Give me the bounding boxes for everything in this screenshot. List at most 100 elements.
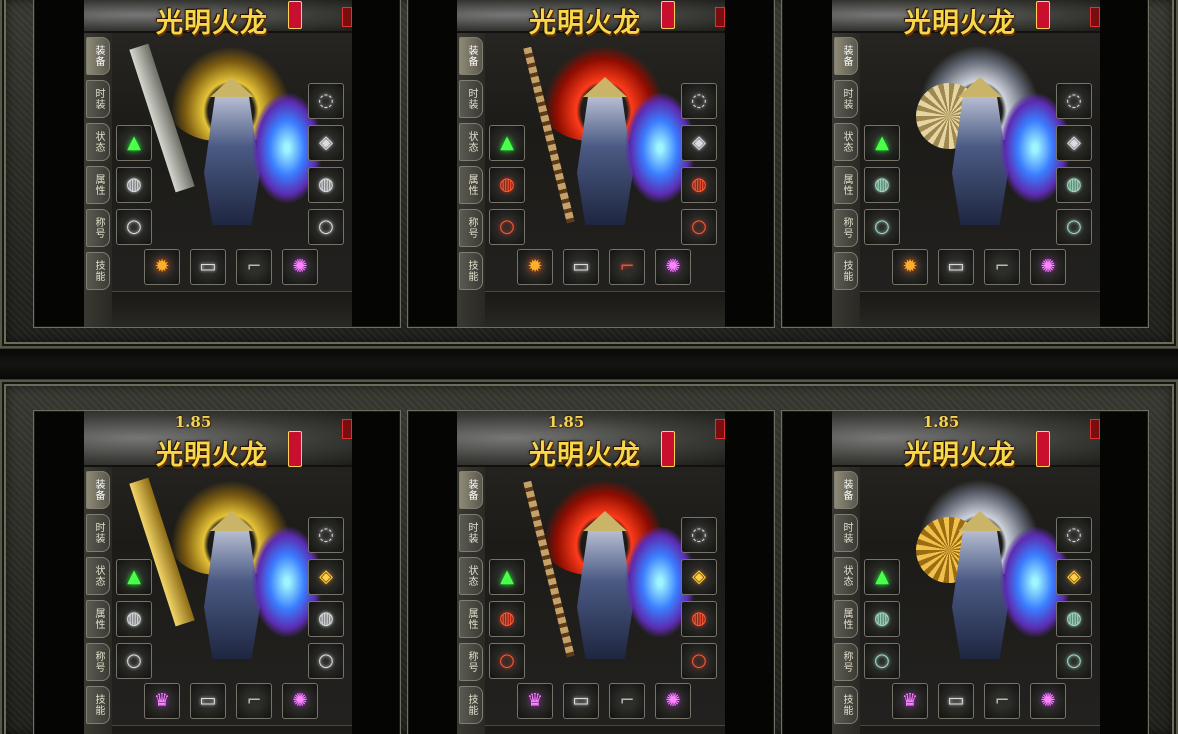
tab-status[interactable]: 状态 — [459, 123, 483, 161]
tab-status[interactable]: 状态 — [834, 557, 858, 595]
tab-attributes[interactable]: 属性 — [459, 600, 483, 638]
tab-equipment[interactable]: 装备 — [459, 37, 483, 75]
tab-fashion[interactable]: 时装 — [86, 514, 110, 552]
close-tab[interactable] — [715, 419, 725, 439]
tab-fashion[interactable]: 时装 — [86, 80, 110, 118]
tab-status[interactable]: 状态 — [459, 557, 483, 595]
orb-slot[interactable]: ✺ — [1030, 249, 1066, 285]
close-tab[interactable] — [1090, 7, 1100, 27]
belt-slot[interactable]: ▭ — [190, 249, 226, 285]
tab-equipment[interactable]: 装备 — [86, 471, 110, 509]
tab-skills[interactable]: 技能 — [86, 686, 110, 724]
tab-skills[interactable]: 技能 — [834, 686, 858, 724]
tab-equipment[interactable]: 装备 — [834, 471, 858, 509]
bracelet-left-slot[interactable]: ◍ — [864, 167, 900, 203]
medal-slot[interactable]: ◈ — [681, 559, 717, 595]
tab-status[interactable]: 状态 — [86, 123, 110, 161]
boots-slot[interactable]: ⌐ — [609, 249, 645, 285]
ornament-slot[interactable]: ▲ — [116, 559, 152, 595]
tab-skills[interactable]: 技能 — [834, 252, 858, 290]
belt-slot[interactable]: ▭ — [190, 683, 226, 719]
tab-status[interactable]: 状态 — [834, 123, 858, 161]
boots-slot[interactable]: ⌐ — [609, 683, 645, 719]
close-tab[interactable] — [715, 7, 725, 27]
bracelet-right-slot[interactable]: ◍ — [308, 167, 344, 203]
boots-slot[interactable]: ⌐ — [236, 683, 272, 719]
ring-right-slot[interactable]: ○ — [681, 643, 717, 679]
medal-slot[interactable]: ◈ — [681, 125, 717, 161]
ring-right-slot[interactable]: ○ — [1056, 643, 1092, 679]
ornament-slot[interactable]: ▲ — [864, 559, 900, 595]
ring-left-slot[interactable]: ○ — [864, 209, 900, 245]
belt-slot[interactable]: ▭ — [563, 683, 599, 719]
necklace-slot[interactable]: ◌ — [1056, 517, 1092, 553]
charm-slot[interactable]: ✹ — [144, 249, 180, 285]
boots-slot[interactable]: ⌐ — [984, 683, 1020, 719]
ring-right-slot[interactable]: ○ — [308, 643, 344, 679]
tab-equipment[interactable]: 装备 — [86, 37, 110, 75]
belt-slot[interactable]: ▭ — [563, 249, 599, 285]
bracelet-left-slot[interactable]: ◍ — [116, 601, 152, 637]
bracelet-right-slot[interactable]: ◍ — [681, 601, 717, 637]
orb-slot[interactable]: ✺ — [1030, 683, 1066, 719]
bracelet-left-slot[interactable]: ◍ — [864, 601, 900, 637]
medal-slot[interactable]: ◈ — [1056, 559, 1092, 595]
ornament-slot[interactable]: ▲ — [864, 125, 900, 161]
tab-title[interactable]: 称号 — [459, 643, 483, 681]
tab-attributes[interactable]: 属性 — [86, 166, 110, 204]
bracelet-left-slot[interactable]: ◍ — [116, 167, 152, 203]
close-tab[interactable] — [1090, 419, 1100, 439]
charm-slot[interactable]: ✹ — [892, 249, 928, 285]
ring-left-slot[interactable]: ○ — [489, 209, 525, 245]
ring-left-slot[interactable]: ○ — [116, 209, 152, 245]
ornament-slot[interactable]: ▲ — [116, 125, 152, 161]
tab-fashion[interactable]: 时装 — [834, 80, 858, 118]
medal-slot[interactable]: ◈ — [308, 559, 344, 595]
charm-slot[interactable]: ✹ — [517, 249, 553, 285]
tab-status[interactable]: 状态 — [86, 557, 110, 595]
tab-skills[interactable]: 技能 — [459, 252, 483, 290]
ring-left-slot[interactable]: ○ — [116, 643, 152, 679]
ring-left-slot[interactable]: ○ — [489, 643, 525, 679]
tab-attributes[interactable]: 属性 — [86, 600, 110, 638]
tab-title[interactable]: 称号 — [834, 643, 858, 681]
orb-slot[interactable]: ✺ — [655, 683, 691, 719]
bracelet-right-slot[interactable]: ◍ — [1056, 167, 1092, 203]
necklace-slot[interactable]: ◌ — [1056, 83, 1092, 119]
tab-fashion[interactable]: 时装 — [459, 80, 483, 118]
necklace-slot[interactable]: ◌ — [681, 517, 717, 553]
tab-title[interactable]: 称号 — [86, 643, 110, 681]
tab-attributes[interactable]: 属性 — [459, 166, 483, 204]
tab-equipment[interactable]: 装备 — [459, 471, 483, 509]
ring-right-slot[interactable]: ○ — [308, 209, 344, 245]
boots-slot[interactable]: ⌐ — [236, 249, 272, 285]
ring-left-slot[interactable]: ○ — [864, 643, 900, 679]
boots-slot[interactable]: ⌐ — [984, 249, 1020, 285]
ornament-slot[interactable]: ▲ — [489, 125, 525, 161]
ring-right-slot[interactable]: ○ — [1056, 209, 1092, 245]
bracelet-left-slot[interactable]: ◍ — [489, 167, 525, 203]
charm-slot[interactable]: ♛ — [892, 683, 928, 719]
bracelet-left-slot[interactable]: ◍ — [489, 601, 525, 637]
tab-title[interactable]: 称号 — [834, 209, 858, 247]
tab-title[interactable]: 称号 — [459, 209, 483, 247]
charm-slot[interactable]: ♛ — [144, 683, 180, 719]
necklace-slot[interactable]: ◌ — [308, 517, 344, 553]
tab-attributes[interactable]: 属性 — [834, 600, 858, 638]
tab-fashion[interactable]: 时装 — [459, 514, 483, 552]
ring-right-slot[interactable]: ○ — [681, 209, 717, 245]
belt-slot[interactable]: ▭ — [938, 683, 974, 719]
tab-equipment[interactable]: 装备 — [834, 37, 858, 75]
charm-slot[interactable]: ♛ — [517, 683, 553, 719]
medal-slot[interactable]: ◈ — [308, 125, 344, 161]
necklace-slot[interactable]: ◌ — [681, 83, 717, 119]
ornament-slot[interactable]: ▲ — [489, 559, 525, 595]
close-tab[interactable] — [342, 7, 352, 27]
bracelet-right-slot[interactable]: ◍ — [308, 601, 344, 637]
tab-title[interactable]: 称号 — [86, 209, 110, 247]
tab-fashion[interactable]: 时装 — [834, 514, 858, 552]
orb-slot[interactable]: ✺ — [282, 249, 318, 285]
necklace-slot[interactable]: ◌ — [308, 83, 344, 119]
orb-slot[interactable]: ✺ — [282, 683, 318, 719]
tab-skills[interactable]: 技能 — [459, 686, 483, 724]
